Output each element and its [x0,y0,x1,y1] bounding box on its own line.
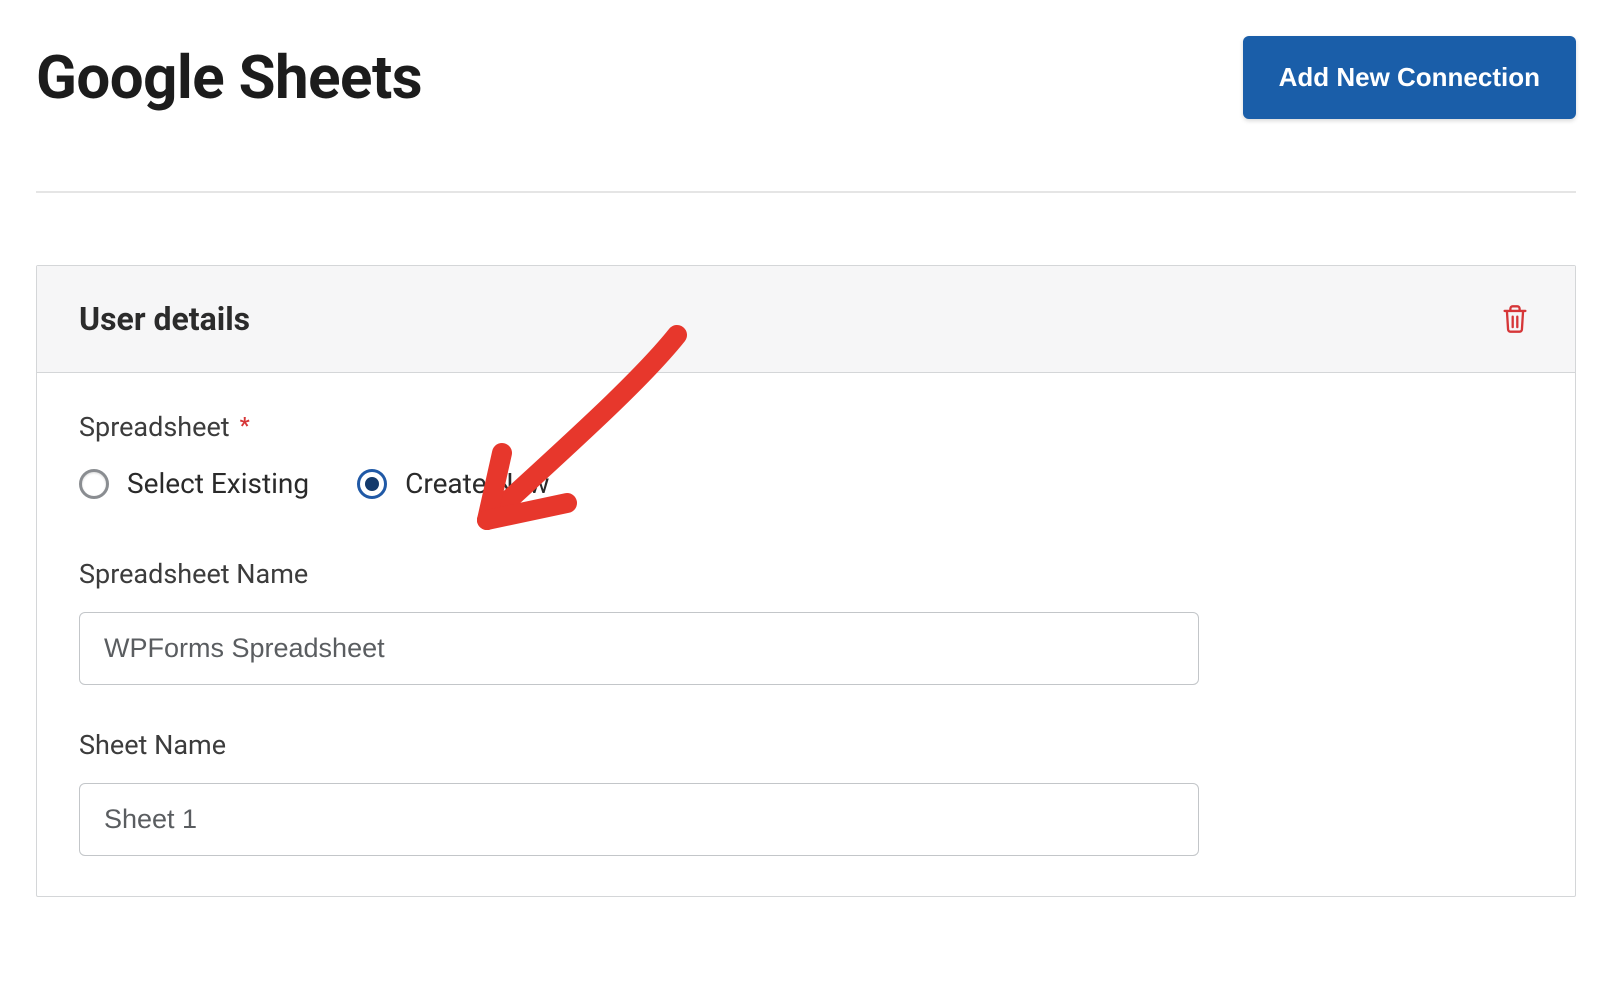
spreadsheet-label: Spreadsheet * [79,411,1533,443]
trash-icon [1501,304,1529,334]
required-marker: * [240,416,250,438]
radio-create-new-label: Create New [405,467,549,500]
spreadsheet-name-input[interactable] [79,612,1199,685]
add-new-connection-button[interactable]: Add New Connection [1243,36,1576,119]
spreadsheet-name-label: Spreadsheet Name [79,558,1199,590]
spreadsheet-mode-radio-group: Select Existing Create New [79,467,1533,500]
radio-checked-icon [357,469,387,499]
radio-dot-icon [365,477,379,491]
panel-title: User details [79,300,250,338]
panel-header: User details [37,266,1575,373]
radio-select-existing[interactable]: Select Existing [79,467,309,500]
radio-unchecked-icon [79,469,109,499]
sheet-name-input[interactable] [79,783,1199,856]
delete-connection-button[interactable] [1497,300,1533,338]
section-divider [36,191,1576,193]
spreadsheet-label-text: Spreadsheet [79,411,230,443]
connection-panel: User details Spreads [36,265,1576,897]
sheet-name-label: Sheet Name [79,729,1199,761]
radio-create-new[interactable]: Create New [357,467,549,500]
radio-select-existing-label: Select Existing [127,467,309,500]
page-title: Google Sheets [36,42,422,113]
